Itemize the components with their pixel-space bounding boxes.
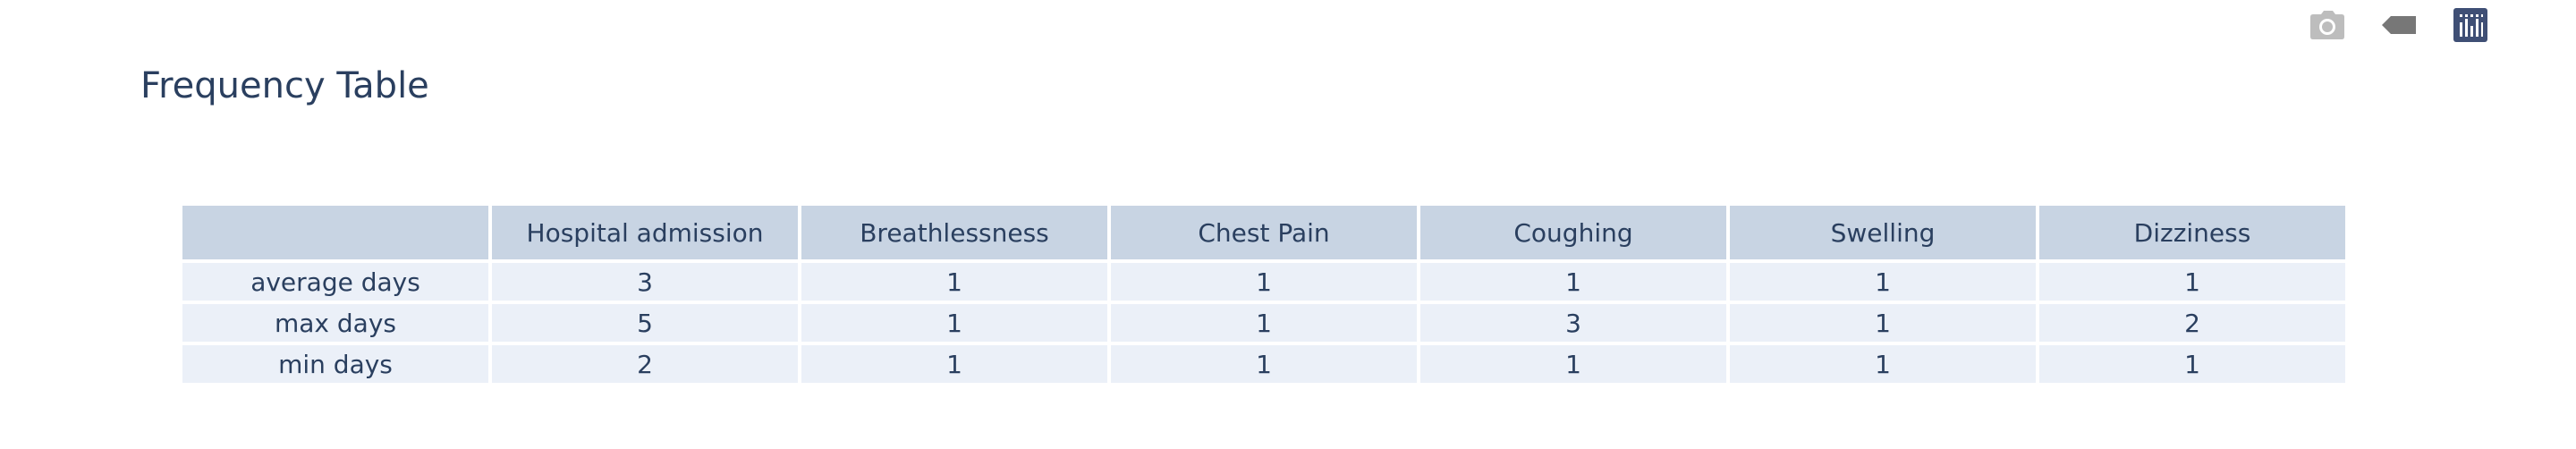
header-cell-swelling: Swelling — [1730, 206, 2036, 259]
table-row: min days 2 1 1 1 1 1 — [182, 345, 2345, 383]
header-cell-chest-pain: Chest Pain — [1111, 206, 1417, 259]
table-cell: 1 — [1730, 304, 2036, 342]
header-cell-coughing: Coughing — [1420, 206, 1726, 259]
table-cell: 3 — [1420, 304, 1726, 342]
table-cell: 1 — [2039, 263, 2345, 301]
table-cell: 1 — [1111, 345, 1417, 383]
table-cell: 1 — [801, 345, 1107, 383]
table-row: max days 5 1 1 3 1 2 — [182, 304, 2345, 342]
table-cell: 1 — [2039, 345, 2345, 383]
table-cell: 1 — [1420, 345, 1726, 383]
row-label: average days — [182, 263, 488, 301]
table-cell: 1 — [1111, 263, 1417, 301]
table-cell: 1 — [801, 263, 1107, 301]
chart-title: Frequency Table — [140, 65, 429, 106]
toggle-hover-button[interactable] — [2379, 5, 2419, 45]
camera-icon — [2309, 10, 2345, 40]
table-cell: 5 — [492, 304, 798, 342]
download-plot-button[interactable] — [2308, 5, 2347, 45]
plotly-logo-icon — [2453, 8, 2487, 42]
row-label: max days — [182, 304, 488, 342]
table-cell: 2 — [2039, 304, 2345, 342]
table-cell: 1 — [801, 304, 1107, 342]
modebar — [2308, 5, 2490, 45]
row-label: min days — [182, 345, 488, 383]
header-cell-row-labels — [182, 206, 488, 259]
table-cell: 1 — [1420, 263, 1726, 301]
table-cell: 1 — [1111, 304, 1417, 342]
table-header-row: Hospital admission Breathlessness Chest … — [182, 206, 2345, 259]
table-row: average days 3 1 1 1 1 1 — [182, 263, 2345, 301]
frequency-table: Hospital admission Breathlessness Chest … — [179, 202, 2349, 386]
header-cell-hospital-admission: Hospital admission — [492, 206, 798, 259]
plotly-logo-button[interactable] — [2451, 5, 2490, 45]
header-cell-dizziness: Dizziness — [2039, 206, 2345, 259]
table-cell: 1 — [1730, 345, 2036, 383]
table-cell: 1 — [1730, 263, 2036, 301]
tag-icon — [2381, 14, 2417, 36]
table-cell: 2 — [492, 345, 798, 383]
header-cell-breathlessness: Breathlessness — [801, 206, 1107, 259]
table-cell: 3 — [492, 263, 798, 301]
